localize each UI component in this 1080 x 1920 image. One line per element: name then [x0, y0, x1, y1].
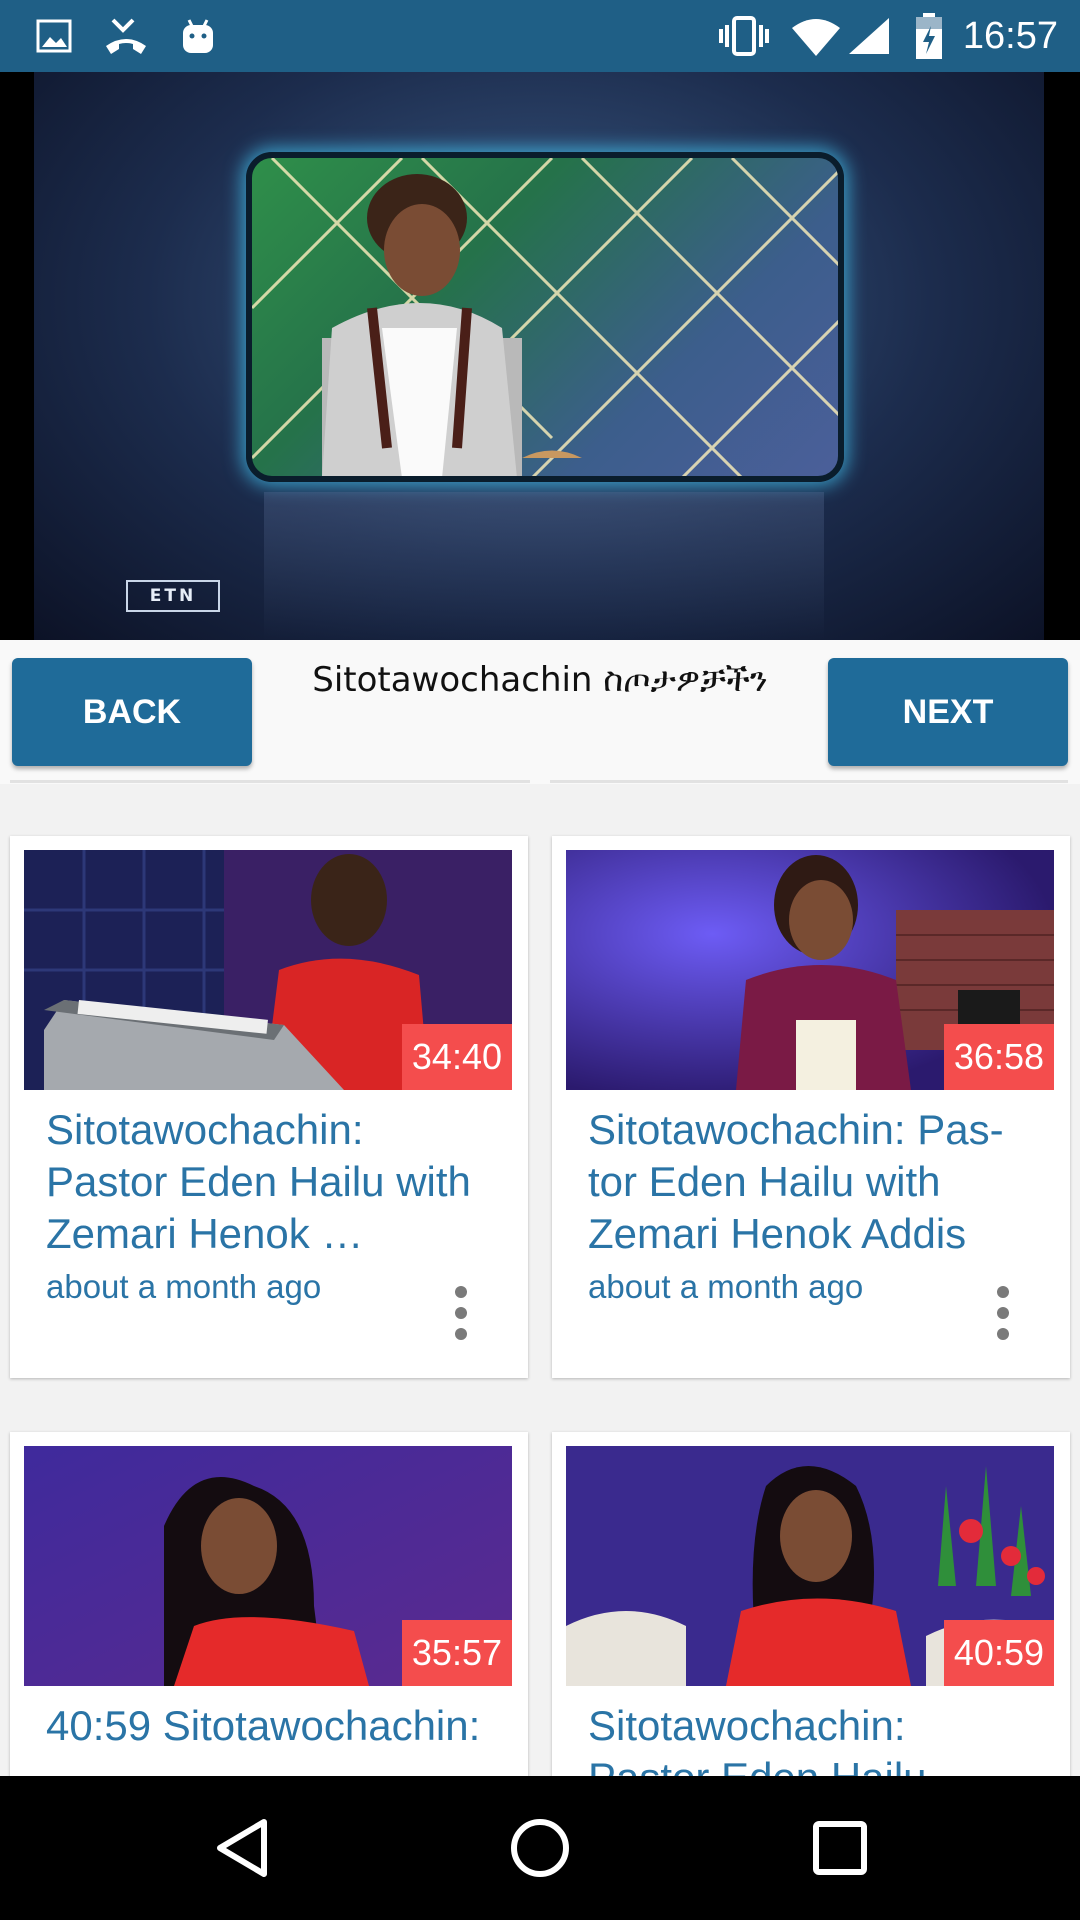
back-triangle-icon[interactable]: [206, 1812, 278, 1884]
video-title[interactable]: Sitotawochachin: Pastor Eden Hailu with …: [46, 1104, 486, 1260]
video-duration-badge: 36:58: [943, 1024, 1054, 1090]
divider: [10, 780, 530, 783]
navigation-bar: [0, 1776, 1080, 1920]
video-player[interactable]: ETN: [0, 72, 1080, 640]
video-duration-badge: 34:40: [401, 1024, 512, 1090]
image-icon: [34, 14, 74, 58]
battery-charging-icon: [912, 13, 946, 59]
missed-call-icon: [102, 14, 150, 58]
video-thumbnail[interactable]: 34:40: [24, 850, 512, 1090]
more-options-icon[interactable]: [454, 1286, 468, 1340]
next-button[interactable]: NEXT: [828, 658, 1068, 766]
video-card[interactable]: 40:59 Sitotawochachin: Pastor Eden Hailu: [552, 1432, 1070, 1776]
video-thumbnail[interactable]: 36:58: [566, 850, 1054, 1090]
clock: 16:57: [962, 15, 1058, 57]
video-screen-graphic: [246, 152, 844, 482]
channel-logo-text: ETN: [149, 586, 197, 606]
video-duration-badge: 40:59: [943, 1620, 1054, 1686]
video-title[interactable]: Sitotawochachin: Pastor Eden Hailu: [588, 1700, 1028, 1776]
video-thumbnail[interactable]: 35:57: [24, 1446, 512, 1686]
more-options-icon[interactable]: [996, 1286, 1010, 1340]
wifi-icon: [790, 14, 842, 58]
video-title[interactable]: Sitotawochachin: Pas-tor Eden Hailu with…: [588, 1104, 1028, 1260]
video-age: about a month ago: [588, 1268, 864, 1305]
video-age: about a month ago: [46, 1268, 322, 1305]
channel-logo: ETN: [126, 580, 220, 612]
home-circle-icon[interactable]: [504, 1812, 576, 1884]
back-button[interactable]: BACK: [12, 658, 252, 766]
recents-square-icon[interactable]: [804, 1812, 876, 1884]
vibrate-icon: [716, 14, 772, 58]
divider: [550, 780, 1068, 783]
video-title[interactable]: 40:59 Sitotawochachin:: [46, 1700, 486, 1752]
video-thumbnail[interactable]: 40:59: [566, 1446, 1054, 1686]
video-card[interactable]: 36:58 Sitotawochachin: Pas-tor Eden Hail…: [552, 836, 1070, 1378]
video-reflection: [264, 492, 824, 640]
video-card[interactable]: 34:40 Sitotawochachin: Pastor Eden Hailu…: [10, 836, 528, 1378]
video-frame[interactable]: ETN: [34, 72, 1044, 640]
playlist-controls: BACK Sitotawochachin ስጦታዎቻችን NEXT: [0, 640, 1080, 784]
playlist-title: Sitotawochachin ስጦታዎቻችን: [312, 660, 768, 700]
android-icon: [178, 14, 218, 58]
status-bar: 16:57: [0, 0, 1080, 72]
signal-icon: [846, 14, 892, 58]
video-duration-badge: 35:57: [401, 1620, 512, 1686]
video-card[interactable]: 35:57 40:59 Sitotawochachin:: [10, 1432, 528, 1776]
video-grid: 34:40 Sitotawochachin: Pastor Eden Hailu…: [0, 784, 1080, 1776]
